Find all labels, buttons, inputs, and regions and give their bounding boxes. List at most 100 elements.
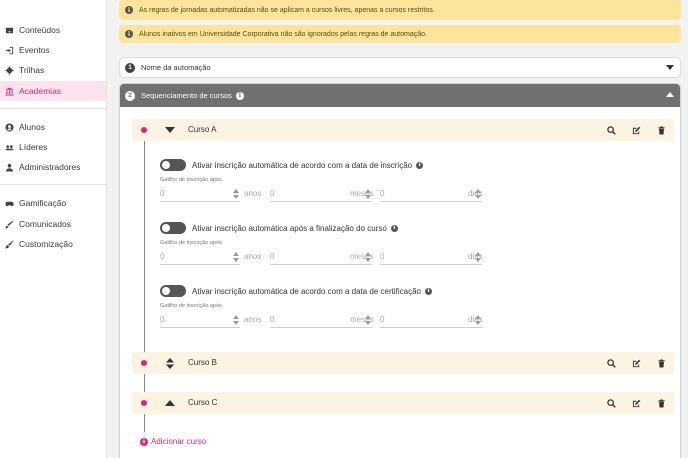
sidebar-item-lideres[interactable]: Líderes [0,137,106,157]
rule-toggle-row: Ativar inscrição automática de acordo co… [160,285,433,297]
months-unit: meses [350,315,374,324]
rule-label: Ativar inscrição automática de acordo co… [192,286,422,296]
rule-label: Ativar inscrição automática após a final… [192,223,387,233]
edit-icon[interactable] [624,352,649,374]
course-row-a[interactable]: Curso A [132,119,674,141]
caret-up-icon[interactable] [164,397,176,409]
years-field[interactable]: 0 [160,249,240,265]
search-icon[interactable] [599,392,624,414]
days-field[interactable]: 0 [380,186,482,202]
sidebar-divider [0,108,106,109]
spinner-icon[interactable] [233,315,239,325]
course-actions [599,119,674,141]
trigger-fields: 0 anos 0 meses 0 dias [160,186,490,202]
users-icon [5,143,14,152]
collapse-toggle-icon[interactable] [164,124,176,136]
sidebar-item-eventos[interactable]: Eventos [0,40,106,60]
sidebar-item-label: Conteúdos [19,25,61,35]
months-unit: meses [350,189,374,198]
months-value: 0 [270,189,275,198]
search-icon[interactable] [599,119,624,141]
sidebar-divider [0,184,106,185]
sidebar-item-label: Academias [19,86,62,96]
edit-icon[interactable] [624,392,649,414]
step-number: 2 [125,90,135,101]
add-course-label: Adicionar curso [151,437,207,446]
sidebar-item-label: Alunos [19,122,45,132]
trash-icon[interactable] [649,352,674,374]
years-field[interactable]: 0 [160,186,240,202]
institution-icon [5,86,14,96]
sidebar-item-label: Eventos [19,45,50,55]
sidebar-item-alunos[interactable]: Alunos [0,117,106,137]
info-icon[interactable]: i [416,161,424,169]
paint-brush-icon [5,239,14,249]
months-value: 0 [270,252,275,261]
days-value: 0 [380,252,385,261]
sidebar-item-label: Trilhas [19,65,45,75]
days-field[interactable]: 0 [380,312,482,328]
step-title: Nome da automação [141,63,211,72]
step-course-sequencing: 2 Sequenciamento de cursos i Curso A Ati… [119,83,681,458]
info-icon: i [125,30,133,38]
rule-toggle-row: Ativar inscrição automática após a final… [160,222,398,234]
scrollbar[interactable] [684,0,688,458]
years-value: 0 [160,315,165,324]
edit-icon[interactable] [624,119,649,141]
sidebar-item-comunicados[interactable]: Comunicados [0,214,106,234]
gamepad-icon [5,199,14,208]
sidebar-item-trilhas[interactable]: Trilhas [0,60,106,80]
sidebar-item-academias[interactable]: Academias [0,81,106,101]
pencil-brush-icon [5,220,14,229]
months-value: 0 [270,315,275,324]
toggle-switch[interactable] [160,222,186,234]
years-value: 0 [160,252,165,261]
sort-icon[interactable] [164,357,176,369]
course-row-b[interactable]: Curso B [132,352,674,374]
sequence-connector [144,374,145,393]
plus-icon: + [140,436,148,446]
sidebar-item-customizacao[interactable]: Customização [0,234,106,254]
course-actions [599,392,674,414]
status-dot [141,127,147,133]
years-unit: anos [244,252,262,261]
status-dot [141,400,147,406]
course-actions [599,352,674,374]
trash-icon[interactable] [649,119,674,141]
toggle-switch[interactable] [160,159,186,171]
step-header[interactable]: 2 Sequenciamento de cursos i [120,84,680,107]
alert-free-courses: i As regras de jornadas automatizadas nã… [119,0,681,20]
info-icon[interactable]: i [235,91,244,100]
user-circle-icon [5,122,14,132]
info-icon[interactable]: i [390,224,398,232]
info-icon[interactable]: i [425,287,433,295]
step-automation-name[interactable]: 1 Nome da automação [119,57,681,78]
course-row-c[interactable]: Curso C [132,392,674,414]
sidebar-item-administradores[interactable]: Administradores [0,157,106,177]
course-name: Curso C [188,398,218,407]
add-course-button[interactable]: + Adicionar curso [140,437,206,446]
spinner-icon[interactable] [233,252,239,262]
step-number: 1 [125,62,135,73]
info-icon: i [125,6,133,14]
trigger-label: Gatilho de inscrição após [160,177,222,183]
sidebar-item-gamificacao[interactable]: Gamificação [0,193,106,213]
days-field[interactable]: 0 [380,249,482,265]
trash-icon[interactable] [649,392,674,414]
toggle-switch[interactable] [160,285,186,297]
trigger-label: Gatilho de inscrição após [160,303,222,309]
trigger-fields: 0 anos 0 meses 0 dias [160,312,490,328]
sign-in-icon [5,46,14,55]
years-unit: anos [244,189,262,198]
gear-icon [5,65,14,75]
days-unit: dias [468,252,483,261]
years-field[interactable]: 0 [160,312,240,328]
chevron-down-icon[interactable] [666,65,674,70]
sequence-connector [144,141,145,353]
spinner-icon[interactable] [233,189,239,199]
rule-toggle-row: Ativar inscrição automática de acordo co… [160,159,424,171]
chevron-up-icon[interactable] [666,92,674,97]
sidebar-item-conteudos[interactable]: Conteúdos [0,20,106,40]
alert-inactive-students: i Alunos inativos em Universidade Corpor… [119,25,681,43]
search-icon[interactable] [599,352,624,374]
